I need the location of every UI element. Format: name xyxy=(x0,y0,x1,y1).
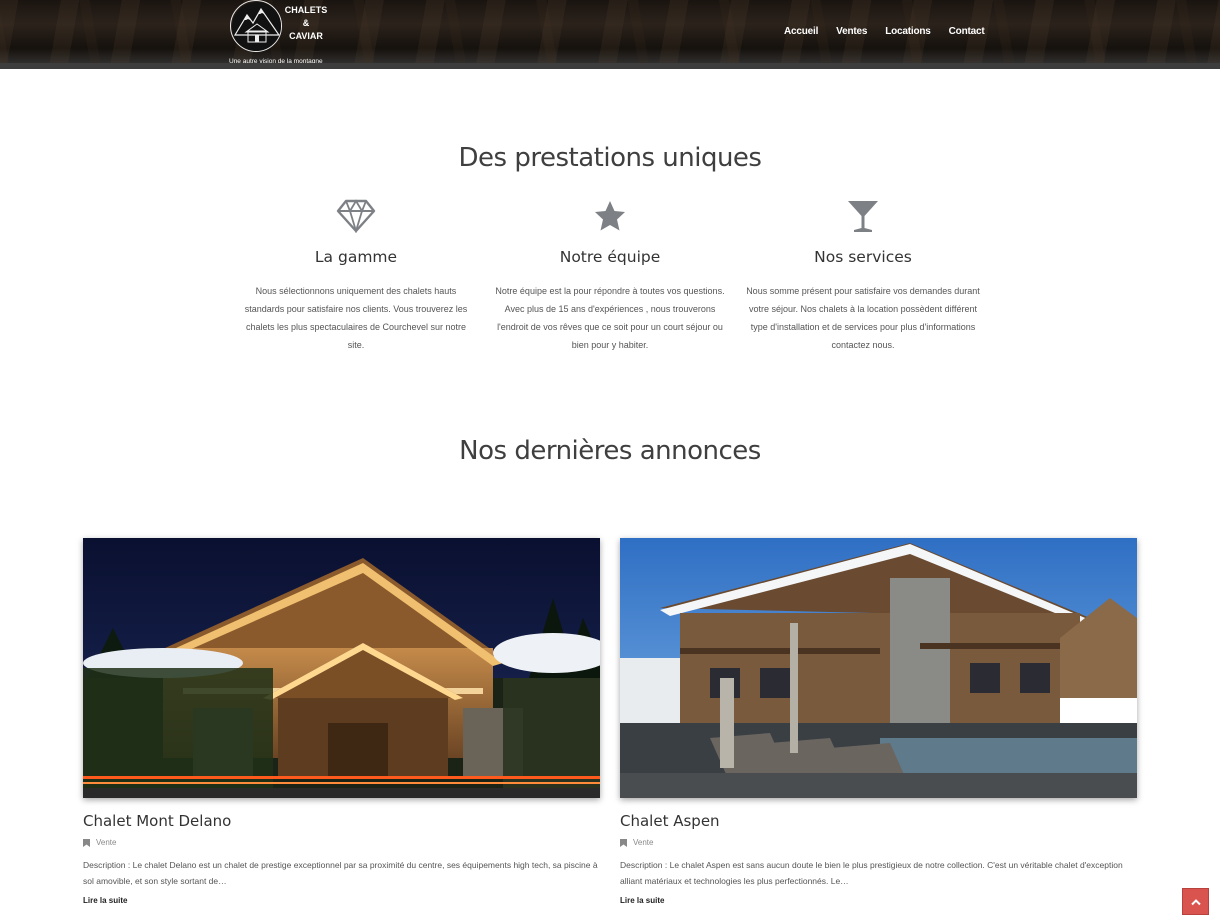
scroll-to-top-button[interactable] xyxy=(1182,888,1209,915)
read-more-link[interactable]: Lire la suite xyxy=(620,896,664,905)
read-more-link[interactable]: Lire la suite xyxy=(83,896,127,905)
listing-meta: Vente xyxy=(620,838,1137,847)
feature-services: Nos services Nous somme présent pour sat… xyxy=(745,198,981,354)
listing-description: Description : Le chalet Delano est un ch… xyxy=(83,860,598,886)
listing-title[interactable]: Chalet Aspen xyxy=(620,812,1137,830)
bookmark-icon xyxy=(83,838,90,847)
feature-title: La gamme xyxy=(314,248,398,266)
listing-title[interactable]: Chalet Mont Delano xyxy=(83,812,600,830)
listing-category[interactable]: Vente xyxy=(633,838,653,847)
logo-line-3: CAVIAR xyxy=(289,31,323,41)
nav-ventes[interactable]: Ventes xyxy=(836,26,867,37)
listings-title: Nos dernières annonces xyxy=(459,436,761,466)
chevron-up-icon xyxy=(1190,898,1201,905)
nav-accueil[interactable]: Accueil xyxy=(784,26,818,37)
listing-description: Description : Le chalet Aspen est sans a… xyxy=(620,860,1123,886)
listing-image-chalet-mont-delano[interactable] xyxy=(83,538,600,798)
feature-gamme: La gamme Nous sélectionnons uniquement d… xyxy=(238,198,474,354)
nav-contact[interactable]: Contact xyxy=(949,26,985,37)
star-icon xyxy=(492,198,728,234)
main-nav: Accueil Ventes Locations Contact xyxy=(784,26,1002,37)
listing-card: Chalet Aspen Vente Description : Le chal… xyxy=(620,538,1137,908)
bookmark-icon xyxy=(620,838,627,847)
mountain-logo-icon xyxy=(230,0,282,52)
logo-tagline: Une autre vision de la montagne xyxy=(229,58,323,65)
feature-text: Nous somme présent pour satisfaire vos d… xyxy=(746,286,980,350)
services-title: Des prestations uniques xyxy=(458,143,762,173)
listing-image-chalet-aspen[interactable] xyxy=(620,538,1137,798)
feature-equipe: Notre équipe Notre équipe est la pour ré… xyxy=(492,198,728,354)
logo-text: CHALETS & CAVIAR xyxy=(281,4,331,43)
feature-title: Notre équipe xyxy=(559,248,661,266)
diamond-icon xyxy=(238,198,474,234)
logo-line-2: & xyxy=(302,18,310,28)
feature-text: Nous sélectionnons uniquement des chalet… xyxy=(244,286,468,350)
site-logo[interactable]: CHALETS & CAVIAR Une autre vision de la … xyxy=(229,0,339,69)
listing-card: Chalet Mont Delano Vente Description : L… xyxy=(83,538,600,908)
feature-title: Nos services xyxy=(814,248,912,266)
nav-locations[interactable]: Locations xyxy=(885,26,931,37)
listing-meta: Vente xyxy=(83,838,600,847)
listing-category[interactable]: Vente xyxy=(96,838,116,847)
logo-line-1: CHALETS xyxy=(284,5,328,15)
feature-text: Notre équipe est la pour répondre à tout… xyxy=(495,286,725,350)
cocktail-glass-icon xyxy=(745,198,981,234)
site-header: CHALETS & CAVIAR Une autre vision de la … xyxy=(0,0,1220,69)
